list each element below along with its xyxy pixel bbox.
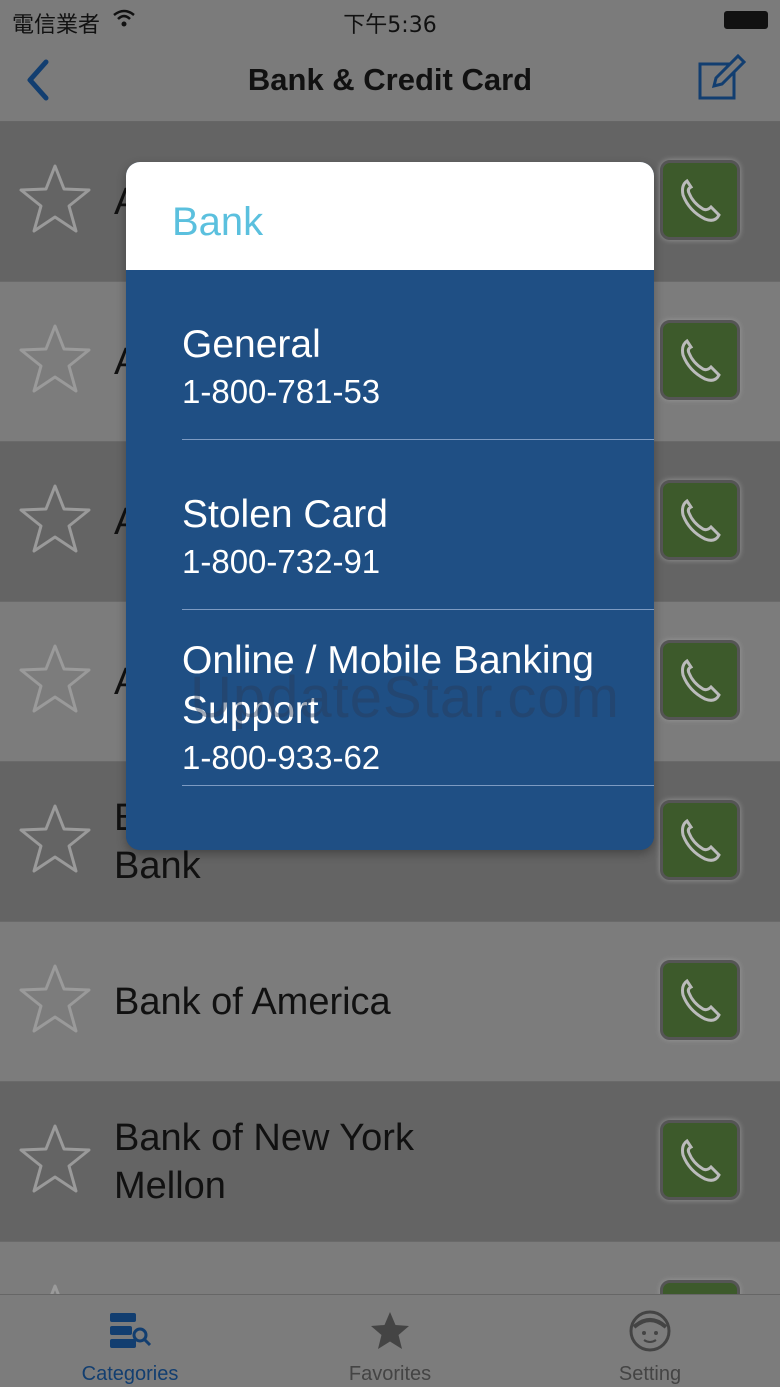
favorite-star-icon[interactable] [16, 320, 94, 398]
tab-setting[interactable]: Setting [520, 1295, 780, 1387]
favorite-star-icon[interactable] [16, 960, 94, 1038]
bank-name: Bank of New York Mellon [114, 1117, 414, 1207]
tab-bar: Categories Favorites Setting [0, 1294, 780, 1387]
modal-title: Bank [172, 200, 264, 244]
bank-name [114, 1242, 634, 1294]
phone-call-icon[interactable] [660, 320, 740, 400]
tab-favorites[interactable]: Favorites [260, 1295, 520, 1387]
tab-categories[interactable]: Categories [0, 1295, 260, 1387]
contact-label: Stolen Card [182, 493, 388, 536]
list-item[interactable]: Bank of New York Mellon [0, 1082, 780, 1242]
nav-bar: Bank & Credit Card [0, 40, 780, 122]
contact-entry-stolen-card[interactable]: Stolen Card 1-800-732-91 [182, 490, 654, 610]
phone-call-icon[interactable] [660, 640, 740, 720]
tab-label: Favorites [348, 1363, 432, 1385]
phone-call-icon[interactable] [660, 480, 740, 560]
contact-number: 1-800-732-91 [182, 543, 381, 580]
contact-label: Online / Mobile Banking Support [182, 639, 594, 732]
modal-header: Bank [126, 162, 654, 270]
phone-call-icon[interactable] [660, 160, 740, 240]
favorite-star-icon[interactable] [16, 1280, 94, 1294]
contact-entry-online-banking[interactable]: Online / Mobile Banking Support 1-800-93… [182, 636, 654, 786]
tab-label: Categories [81, 1363, 179, 1385]
contact-number: 1-800-781-53 [182, 373, 381, 410]
bank-contact-modal: Bank General 1-800-781-53 Stolen Card 1-… [126, 162, 654, 850]
phone-call-icon[interactable] [660, 960, 740, 1040]
phone-call-icon[interactable] [660, 800, 740, 880]
contact-entry-general[interactable]: General 1-800-781-53 [182, 320, 654, 440]
list-item[interactable]: Bank of America [0, 922, 780, 1082]
status-time: 下午5:36 [343, 13, 437, 38]
phone-call-icon[interactable] [660, 1280, 740, 1294]
star-icon [371, 1312, 409, 1349]
face-icon [629, 1310, 671, 1352]
favorite-star-icon[interactable] [16, 1120, 94, 1198]
contact-number: 1-800-933-62 [182, 739, 381, 776]
categories-icon [110, 1313, 152, 1348]
list-item[interactable] [0, 1242, 780, 1294]
favorite-star-icon[interactable] [16, 160, 94, 238]
contact-label: General [182, 323, 321, 366]
favorite-star-icon[interactable] [16, 480, 94, 558]
battery-icon [724, 11, 768, 29]
favorite-star-icon[interactable] [16, 800, 94, 878]
status-bar: 電信業者 下午5:36 [0, 0, 780, 40]
phone-call-icon[interactable] [660, 1120, 740, 1200]
favorite-star-icon[interactable] [16, 640, 94, 718]
tab-label: Setting [618, 1363, 682, 1385]
page-title: Bank & Credit Card [247, 62, 533, 97]
bank-name: Bank of America [114, 981, 391, 1023]
edit-icon[interactable] [696, 54, 746, 104]
modal-body: General 1-800-781-53 Stolen Card 1-800-7… [126, 270, 654, 850]
